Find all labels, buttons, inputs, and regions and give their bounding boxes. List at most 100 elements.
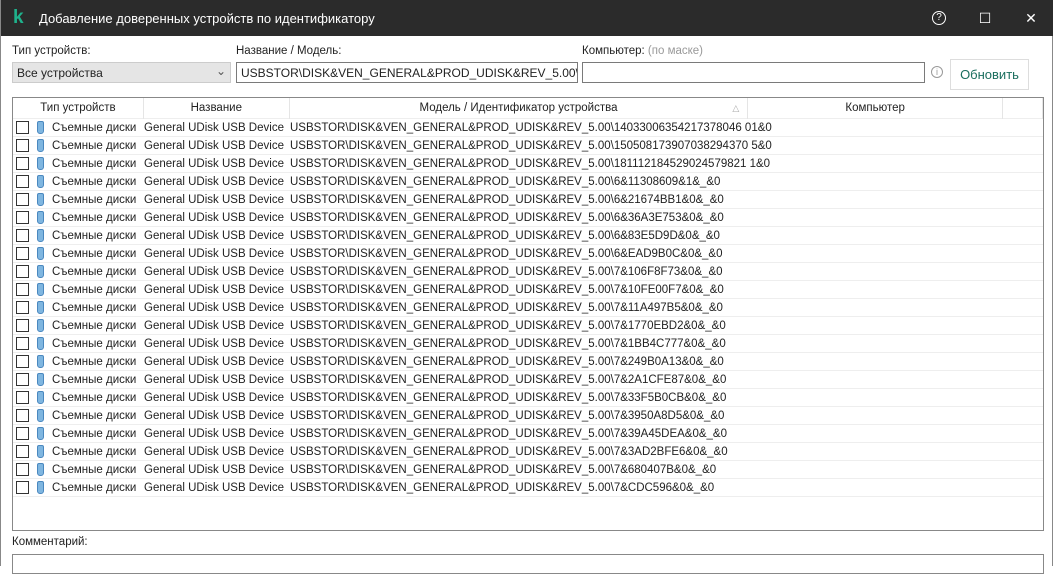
row-checkbox[interactable]	[16, 445, 29, 458]
row-checkbox[interactable]	[16, 427, 29, 440]
computer-input[interactable]	[582, 62, 925, 83]
row-checkbox[interactable]	[16, 283, 29, 296]
cell-model-id: USBSTOR\DISK&VEN_GENERAL&PROD_UDISK&REV_…	[290, 427, 727, 440]
usb-drive-icon	[37, 283, 44, 296]
name-model-label: Название / Модель:	[236, 45, 342, 57]
table-header: Тип устройств Название Модель / Идентифи…	[13, 98, 1043, 119]
sort-ascending-icon: △	[732, 103, 740, 113]
row-checkbox[interactable]	[16, 157, 29, 170]
usb-drive-icon	[37, 427, 44, 440]
table-row[interactable]: Съемные диски General UDisk USB Device U…	[13, 443, 1043, 461]
row-checkbox[interactable]	[16, 373, 29, 386]
name-model-input[interactable]: USBSTOR\DISK&VEN_GENERAL&PROD_UDISK&REV_…	[236, 62, 578, 83]
usb-drive-icon	[37, 193, 44, 206]
table-row[interactable]: Съемные диски General UDisk USB Device U…	[13, 263, 1043, 281]
cell-model-id: USBSTOR\DISK&VEN_GENERAL&PROD_UDISK&REV_…	[290, 139, 772, 152]
cell-model-id: USBSTOR\DISK&VEN_GENERAL&PROD_UDISK&REV_…	[290, 247, 723, 260]
cell-device-type: Съемные диски	[52, 355, 137, 368]
table-row[interactable]: Съемные диски General UDisk USB Device U…	[13, 155, 1043, 173]
usb-drive-icon	[37, 301, 44, 314]
table-row[interactable]: Съемные диски General UDisk USB Device U…	[13, 353, 1043, 371]
column-computer[interactable]: Компьютер	[748, 98, 1004, 119]
table-row[interactable]: Съемные диски General UDisk USB Device U…	[13, 173, 1043, 191]
row-checkbox[interactable]	[16, 319, 29, 332]
chevron-down-icon: ⌄	[215, 64, 226, 78]
cell-model-id: USBSTOR\DISK&VEN_GENERAL&PROD_UDISK&REV_…	[290, 463, 717, 476]
help-button[interactable]: ?	[916, 0, 962, 36]
cell-device-type: Съемные диски	[52, 283, 137, 296]
device-type-select[interactable]: Все устройства ⌄	[12, 62, 231, 83]
usb-drive-icon	[37, 409, 44, 422]
row-checkbox[interactable]	[16, 301, 29, 314]
row-checkbox[interactable]	[16, 391, 29, 404]
cell-model-id: USBSTOR\DISK&VEN_GENERAL&PROD_UDISK&REV_…	[290, 265, 723, 278]
table-row[interactable]: Съемные диски General UDisk USB Device U…	[13, 209, 1043, 227]
row-checkbox[interactable]	[16, 229, 29, 242]
column-device-type[interactable]: Тип устройств	[13, 98, 144, 119]
cell-device-type: Съемные диски	[52, 157, 137, 170]
cell-device-type: Съемные диски	[52, 121, 137, 134]
refresh-button[interactable]: Обновить	[950, 59, 1029, 90]
row-checkbox[interactable]	[16, 211, 29, 224]
cell-device-type: Съемные диски	[52, 247, 137, 260]
column-model-id-label: Модель / Идентификатор устройства	[419, 102, 618, 114]
table-row[interactable]: Съемные диски General UDisk USB Device U…	[13, 371, 1043, 389]
cell-name: General UDisk USB Device	[144, 121, 284, 134]
table-row[interactable]: Съемные диски General UDisk USB Device U…	[13, 191, 1043, 209]
row-checkbox[interactable]	[16, 463, 29, 476]
info-icon[interactable]: i	[931, 66, 943, 78]
comment-input[interactable]	[12, 554, 1044, 574]
cell-name: General UDisk USB Device	[144, 139, 284, 152]
row-checkbox[interactable]	[16, 355, 29, 368]
cell-device-type: Съемные диски	[52, 373, 137, 386]
cell-model-id: USBSTOR\DISK&VEN_GENERAL&PROD_UDISK&REV_…	[290, 319, 726, 332]
computer-label: Компьютер: (по маске)	[582, 45, 703, 57]
cell-device-type: Съемные диски	[52, 409, 137, 422]
table-row[interactable]: Съемные диски General UDisk USB Device U…	[13, 479, 1043, 497]
table-row[interactable]: Съемные диски General UDisk USB Device U…	[13, 281, 1043, 299]
cell-model-id: USBSTOR\DISK&VEN_GENERAL&PROD_UDISK&REV_…	[290, 301, 723, 314]
cell-model-id: USBSTOR\DISK&VEN_GENERAL&PROD_UDISK&REV_…	[290, 193, 724, 206]
row-checkbox[interactable]	[16, 265, 29, 278]
table-row[interactable]: Съемные диски General UDisk USB Device U…	[13, 227, 1043, 245]
table-row[interactable]: Съемные диски General UDisk USB Device U…	[13, 407, 1043, 425]
cell-name: General UDisk USB Device	[144, 481, 284, 494]
row-checkbox[interactable]	[16, 409, 29, 422]
devices-table: Тип устройств Название Модель / Идентифи…	[12, 97, 1044, 531]
cell-device-type: Съемные диски	[52, 229, 137, 242]
table-row[interactable]: Съемные диски General UDisk USB Device U…	[13, 245, 1043, 263]
row-checkbox[interactable]	[16, 139, 29, 152]
close-button[interactable]: ✕	[1008, 0, 1053, 36]
row-checkbox[interactable]	[16, 247, 29, 260]
cell-device-type: Съемные диски	[52, 319, 137, 332]
table-row[interactable]: Съемные диски General UDisk USB Device U…	[13, 137, 1043, 155]
row-checkbox[interactable]	[16, 481, 29, 494]
row-checkbox[interactable]	[16, 121, 29, 134]
row-checkbox[interactable]	[16, 175, 29, 188]
column-model-id[interactable]: Модель / Идентификатор устройства △	[290, 98, 749, 119]
cell-device-type: Съемные диски	[52, 175, 137, 188]
maximize-button[interactable]: ☐	[962, 0, 1008, 36]
table-row[interactable]: Съемные диски General UDisk USB Device U…	[13, 461, 1043, 479]
row-checkbox[interactable]	[16, 337, 29, 350]
kaspersky-logo-icon: k	[13, 7, 24, 28]
row-checkbox[interactable]	[16, 193, 29, 206]
table-row[interactable]: Съемные диски General UDisk USB Device U…	[13, 425, 1043, 443]
cell-name: General UDisk USB Device	[144, 373, 284, 386]
table-row[interactable]: Съемные диски General UDisk USB Device U…	[13, 389, 1043, 407]
table-row[interactable]: Съемные диски General UDisk USB Device U…	[13, 119, 1043, 137]
table-row[interactable]: Съемные диски General UDisk USB Device U…	[13, 299, 1043, 317]
table-row[interactable]: Съемные диски General UDisk USB Device U…	[13, 317, 1043, 335]
cell-device-type: Съемные диски	[52, 391, 137, 404]
cell-name: General UDisk USB Device	[144, 427, 284, 440]
table-row[interactable]: Съемные диски General UDisk USB Device U…	[13, 335, 1043, 353]
cell-name: General UDisk USB Device	[144, 355, 284, 368]
column-name[interactable]: Название	[144, 98, 290, 119]
cell-name: General UDisk USB Device	[144, 229, 284, 242]
device-type-label: Тип устройств:	[12, 45, 91, 57]
cell-name: General UDisk USB Device	[144, 391, 284, 404]
computer-label-text: Компьютер:	[582, 45, 645, 57]
cell-device-type: Съемные диски	[52, 193, 137, 206]
table-body: Съемные диски General UDisk USB Device U…	[13, 119, 1043, 497]
help-icon: ?	[932, 11, 946, 25]
